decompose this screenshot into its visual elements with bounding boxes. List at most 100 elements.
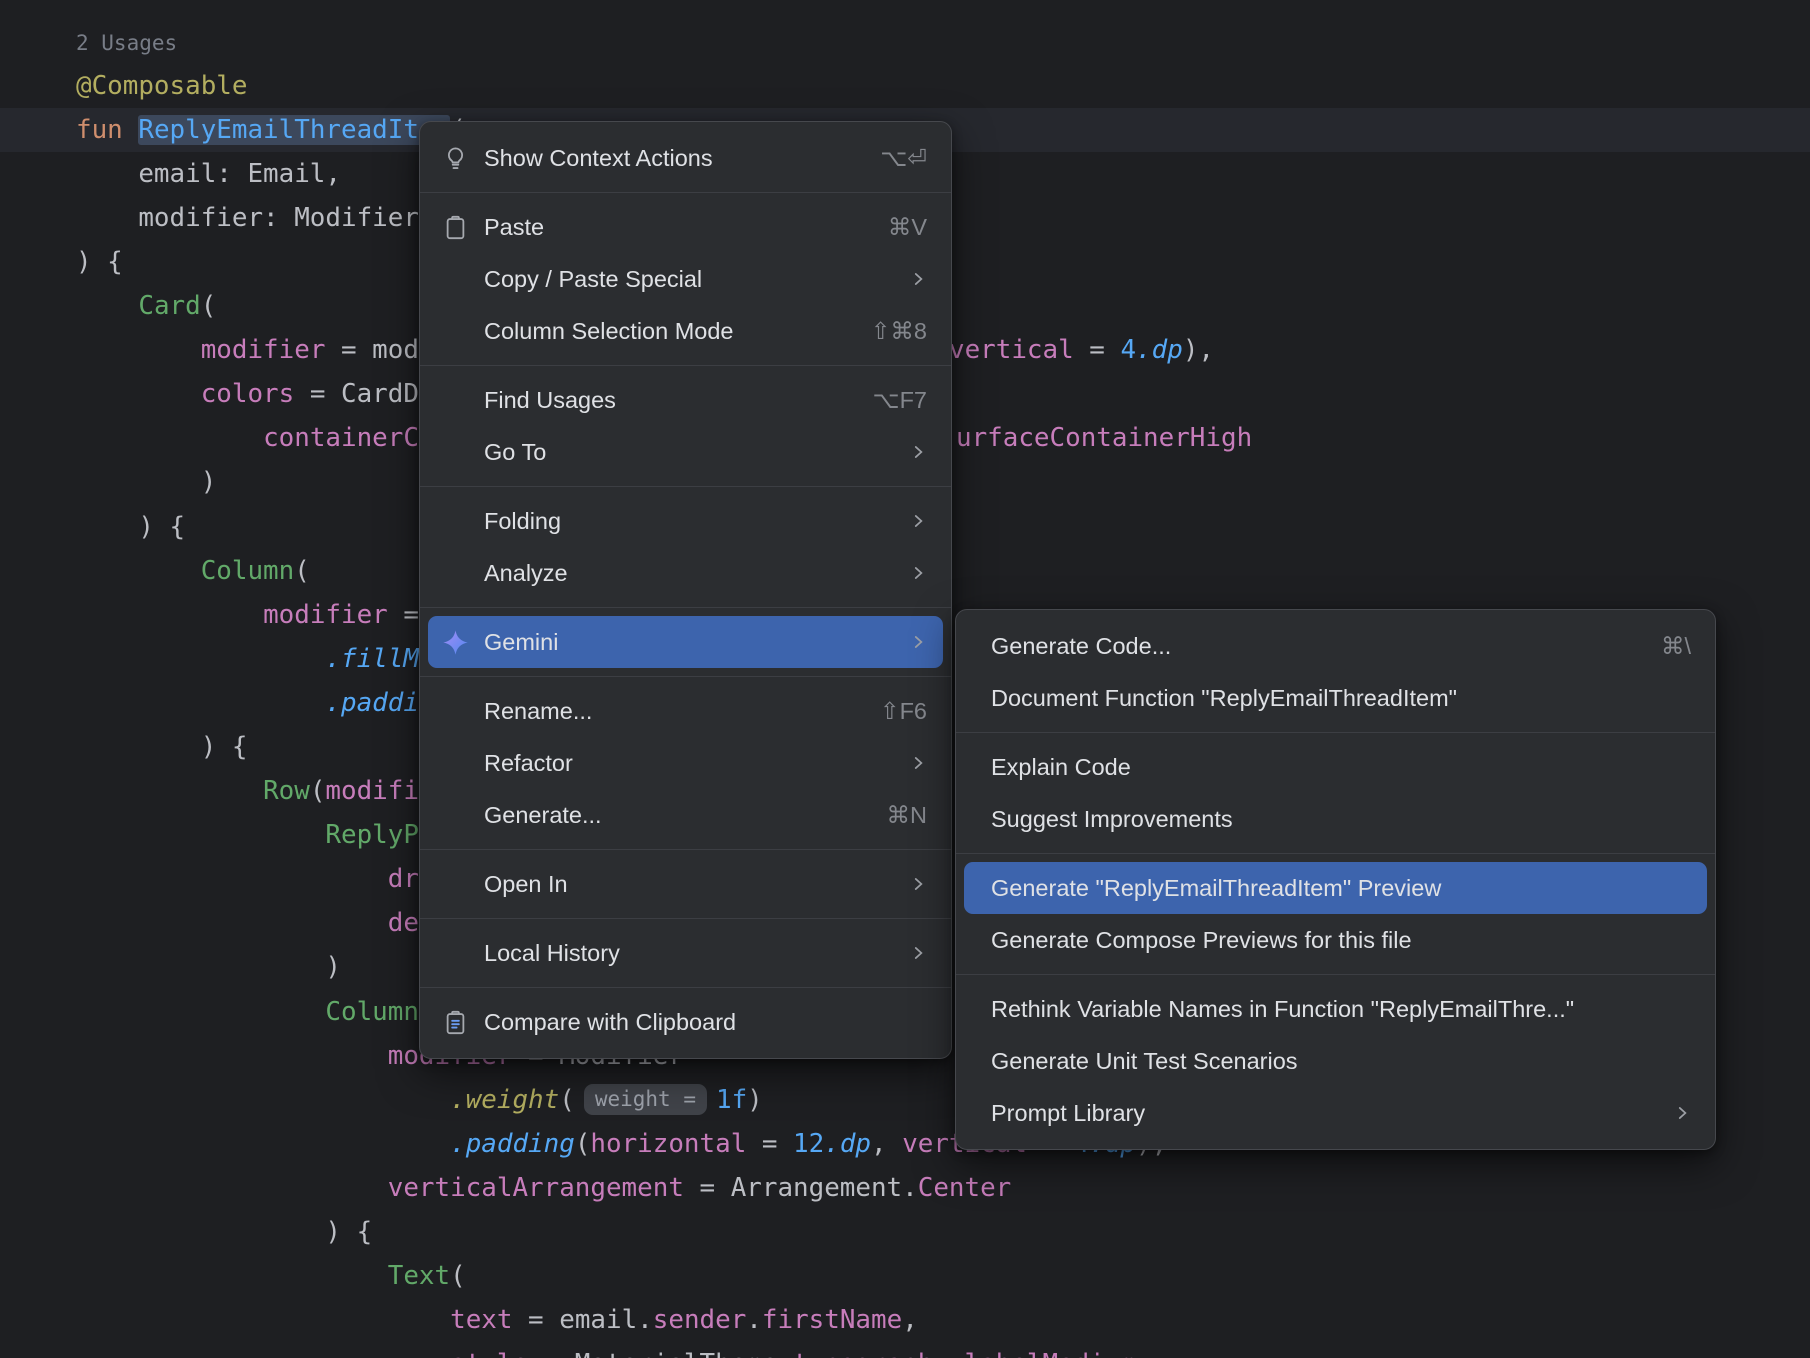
code-token: sender [653,1305,747,1335]
code-token: ), [1183,335,1214,365]
clipboard-icon [442,214,469,241]
lightbulb-icon [442,145,469,172]
code-token: vertical [949,335,1074,365]
code-token: .weight [450,1085,559,1115]
icon-slot-empty [442,802,469,829]
context-menu-item-gemini[interactable]: Gemini [428,616,943,668]
code-fragment: urfaceContainerHigh [956,416,1252,460]
gemini-submenu-item-generate-code[interactable]: Generate Code...⌘\ [964,620,1707,672]
code-token: 4 [1120,335,1136,365]
ide-screen: 2 Usages@Composablefun ReplyEmailThreadI… [0,0,1810,1358]
code-token: Text [388,1261,450,1291]
code-token: ) { [76,1217,372,1247]
context-menu-item-paste[interactable]: Paste⌘V [428,201,943,253]
context-menu-item-compare-with-clipboard[interactable]: Compare with Clipboard [428,996,943,1048]
code-token: .dp [824,1129,871,1159]
menu-item-label: Refactor [484,750,879,777]
code-token: Column [201,556,295,586]
gemini-submenu-item-explain-code[interactable]: Explain Code [964,741,1707,793]
menu-separator [420,365,951,366]
menu-separator [420,607,951,608]
code-token: urfaceContainerHigh [956,423,1252,453]
context-menu-item-rename[interactable]: Rename...⇧F6 [428,685,943,737]
menu-separator [420,676,951,677]
code-token [76,1261,388,1291]
context-menu-item-refactor[interactable]: Refactor [428,737,943,789]
code-token: ( [310,776,326,806]
code-token [76,1173,388,1203]
code-token [76,335,201,365]
code-token: = [684,1173,731,1203]
context-menu-item-copy-paste-special[interactable]: Copy / Paste Special [428,253,943,305]
gemini-submenu: Generate Code...⌘\ Document Function "Rep… [955,609,1716,1150]
code-token: ( [575,1129,591,1159]
code-token: ( [201,291,217,321]
icon-slot-empty [442,940,469,967]
menu-item-label: Paste [484,214,858,241]
code-token: colors [201,379,295,409]
code-token: fun [76,115,138,145]
menu-item-label: Document Function "ReplyEmailThreadItem" [991,685,1691,712]
code-token: . [949,1349,965,1358]
gemini-submenu-item-generate-unit-test-scenarios[interactable]: Generate Unit Test Scenarios [964,1035,1707,1087]
menu-item-label: Suggest Improvements [991,806,1691,833]
code-token [76,864,388,894]
code-token [76,776,263,806]
code-token [76,997,325,1027]
code-token [76,600,263,630]
gemini-submenu-item-generate-compose-previews-for-this-file[interactable]: Generate Compose Previews for this file [964,914,1707,966]
code-line-29: text = email.sender.firstName, [0,1298,1810,1342]
code-token: ) [76,467,216,497]
gemini-icon [442,629,469,656]
menu-shortcut: ⇧⌘8 [871,317,927,345]
context-menu-item-local-history[interactable]: Local History [428,927,943,979]
code-token: .padding [450,1129,575,1159]
code-token [76,379,201,409]
code-token [76,1129,450,1159]
gemini-submenu-item-prompt-library[interactable]: Prompt Library [964,1087,1707,1139]
gemini-submenu-item-suggest-improvements[interactable]: Suggest Improvements [964,793,1707,845]
code-token: horizontal [590,1129,746,1159]
menu-item-label: Rethink Variable Names in Function "Repl… [991,996,1691,1023]
code-token: modifier [201,335,326,365]
code-line-26: verticalArrangement = Arrangement.Center [0,1166,1810,1210]
menu-item-label: Explain Code [991,754,1691,781]
code-token: 12 [793,1129,824,1159]
context-menu-item-go-to[interactable]: Go To [428,426,943,478]
context-menu-item-show-context-actions[interactable]: Show Context Actions⌥⏎ [428,132,943,184]
code-token: , [871,1129,902,1159]
code-token: ) [76,952,341,982]
gemini-submenu-item-rethink-variable-names-in-function-replyemailthre[interactable]: Rethink Variable Names in Function "Repl… [964,983,1707,1035]
code-token: 1f [716,1085,747,1115]
context-menu-item-analyze[interactable]: Analyze [428,547,943,599]
menu-item-label: Generate Compose Previews for this file [991,927,1691,954]
code-line-0: 2 Usages [0,20,1810,64]
context-menu-item-open-in[interactable]: Open In [428,858,943,910]
gemini-submenu-item-generate-replyemailthreaditem-preview[interactable]: Generate "ReplyEmailThreadItem" Preview [964,862,1707,914]
menu-separator [956,974,1715,975]
context-menu-item-column-selection-mode[interactable]: Column Selection Mode ⇧⌘8 [428,305,943,357]
chevron-right-icon [909,633,927,651]
code-token: = [746,1129,793,1159]
chevron-right-icon [909,512,927,530]
gemini-submenu-item-document-function-replyemailthreaditem[interactable]: Document Function "ReplyEmailThreadItem" [964,672,1707,724]
code-token [76,291,138,321]
menu-item-label: Analyze [484,560,879,587]
code-token: ) { [76,247,123,277]
code-token: ) { [76,512,185,542]
code-token [76,820,325,850]
icon-slot-empty [442,560,469,587]
code-token [76,688,325,718]
context-menu-item-generate[interactable]: Generate...⌘N [428,789,943,841]
context-menu-item-find-usages[interactable]: Find Usages⌥F7 [428,374,943,426]
code-line-1: @Composable [0,64,1810,108]
menu-item-label: Column Selection Mode [484,318,841,345]
code-token [76,644,325,674]
menu-item-label: Prompt Library [991,1100,1643,1127]
menu-item-label: Go To [484,439,879,466]
menu-item-label: Folding [484,508,879,535]
context-menu-item-folding[interactable]: Folding [428,495,943,547]
code-fragment: vertical = 4.dp), [949,328,1214,372]
code-token: @Composable [76,71,247,101]
chevron-right-icon [1673,1104,1691,1122]
